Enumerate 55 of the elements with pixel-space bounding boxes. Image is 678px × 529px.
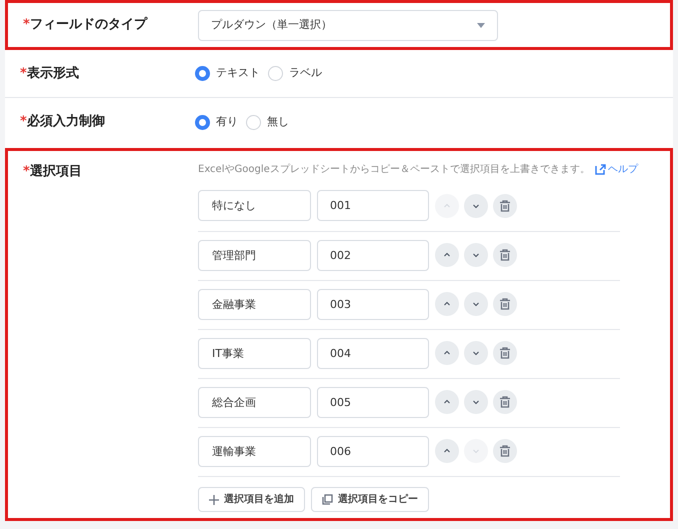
caret-icon [477,22,485,28]
code-field[interactable]: 005 [317,386,429,418]
external-link-icon [594,164,606,174]
trash-icon [499,249,511,261]
move-down-button[interactable] [464,341,488,365]
field-label: フィールドのタイプ [30,16,147,34]
hint-text: ExcelやGoogleスプレッドシートからコピー＆ペーストで選択項目を上書きできます。 [198,162,590,176]
trash-icon [499,298,511,310]
code-field[interactable]: 003 [317,288,429,320]
trash-icon [499,445,511,457]
field-label: 表示形式 [26,64,79,83]
name-field[interactable]: 運輸事業 [198,436,311,466]
required-mark: * [23,16,30,34]
code-field[interactable]: 006 [317,436,429,466]
radio-option[interactable]: 有り [195,114,238,130]
name-field[interactable]: 金融事業 [198,288,311,320]
required-mark: * [23,163,30,181]
help-link[interactable]: ヘルプ [594,162,638,176]
name-field[interactable]: 特になし [198,190,311,221]
radio-option[interactable]: ラベル [268,65,322,82]
dropdown[interactable]: プルダウン（単一選択） [198,10,498,40]
trash-icon [499,347,511,359]
move-down-button[interactable] [464,243,488,267]
name-field[interactable]: IT事業 [198,338,311,368]
code-field[interactable]: 004 [317,338,429,368]
name-field[interactable]: 管理部門 [198,240,311,270]
move-up-button[interactable] [435,439,459,463]
trash-icon [499,396,511,408]
move-down-button[interactable] [464,292,488,316]
move-down-button[interactable] [464,390,488,414]
delete-button[interactable] [493,292,517,316]
copy-button[interactable]: 選択項目をコピー [311,487,429,512]
trash-icon [499,200,511,212]
add-button[interactable]: 選択項目を追加 [198,487,305,512]
delete-button[interactable] [493,243,517,267]
plus-icon [209,494,219,504]
radio-option[interactable]: テキスト [195,65,260,82]
radio-option[interactable]: 無し [246,114,289,130]
copy-icon [322,494,333,505]
code-field[interactable]: 002 [317,240,429,270]
move-up-button[interactable] [435,341,459,365]
required-mark: * [20,114,27,132]
move-up-button[interactable] [435,292,459,316]
move-up-button[interactable] [435,243,459,267]
move-up-button[interactable] [435,390,459,414]
delete-button[interactable] [493,341,517,365]
name-field[interactable]: 総合企画 [198,386,311,418]
delete-button[interactable] [493,194,517,218]
field-label: 必須入力制御 [26,112,105,132]
code-field[interactable]: 001 [317,190,429,221]
required-mark: * [20,64,27,83]
delete-button[interactable] [493,390,517,414]
delete-button[interactable] [493,439,517,463]
field-label: 選択項目 [30,163,82,181]
move-down-button[interactable] [464,194,488,218]
